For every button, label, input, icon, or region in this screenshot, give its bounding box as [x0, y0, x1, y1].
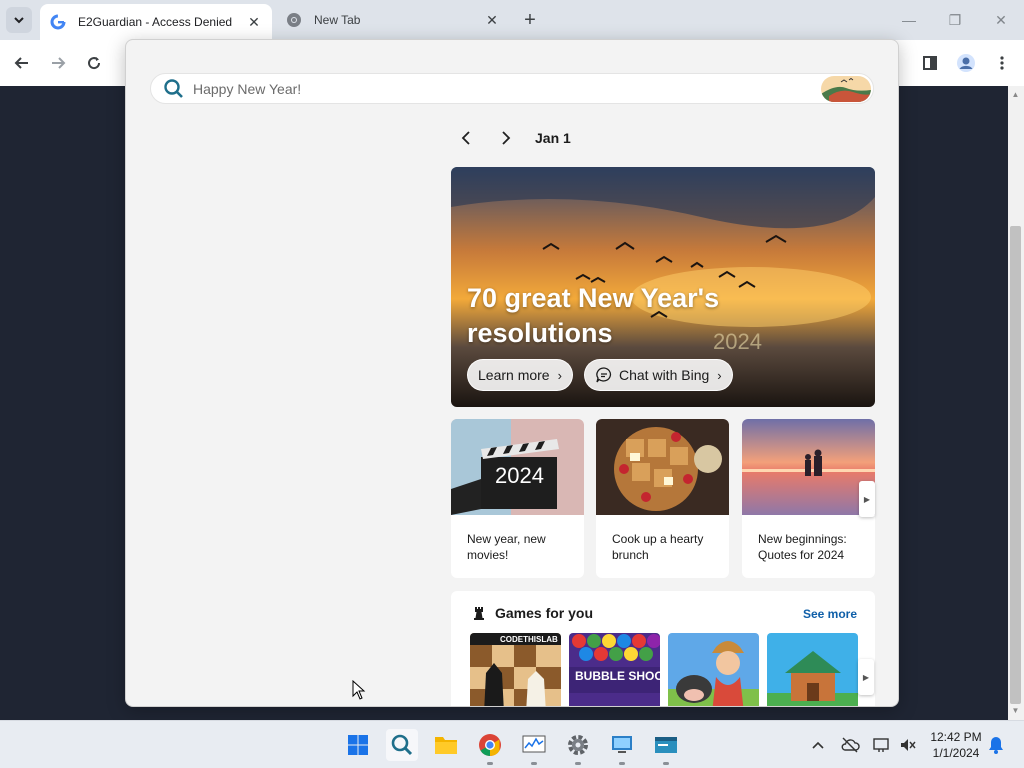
card-caption: Cook up a hearty brunch [612, 532, 704, 562]
close-tab-icon[interactable]: ✕ [484, 12, 500, 28]
clapperboard-image: 2024 [451, 419, 584, 515]
running-indicator [663, 762, 669, 765]
scroll-up-icon[interactable]: ▲ [1010, 90, 1021, 100]
cards-scroll-right-icon[interactable]: ▶ [859, 481, 875, 517]
game-chess[interactable]: CODETHISLAB [470, 633, 561, 706]
chess-rook-icon [474, 607, 484, 620]
see-more-link[interactable]: See more [803, 607, 857, 621]
clock-time: 12:42 PM [930, 730, 982, 744]
minimize-icon[interactable]: — [897, 8, 921, 32]
chevron-right-icon: › [557, 367, 562, 383]
games-section: Games for you See more CODETHISLAB BUBBL… [451, 591, 875, 706]
chrome-taskbar-icon[interactable] [474, 729, 506, 765]
remote-desktop-icon[interactable] [606, 729, 638, 765]
side-panel-icon[interactable] [918, 51, 942, 75]
tab-strip: E2Guardian - Access Denied ✕ New Tab ✕ +… [0, 0, 1024, 40]
game-bubble-shooter[interactable]: BUBBLE SHOOTER HD [569, 633, 660, 706]
clock[interactable]: 12:42 PM 1/1/2024 [920, 729, 992, 761]
notification-bell-icon[interactable] [986, 735, 1006, 755]
show-hidden-icons-chevron-icon[interactable] [808, 735, 828, 755]
learn-more-button[interactable]: Learn more › [467, 359, 573, 391]
taskbar: 12:42 PM 1/1/2024 [0, 720, 1024, 768]
next-arrow-icon[interactable] [491, 125, 521, 151]
games-title: Games for you [495, 605, 594, 621]
running-indicator [531, 762, 537, 765]
chevron-right-icon: › [717, 367, 722, 383]
hero-card[interactable]: 2024 70 great New Year's resolutions Lea… [451, 167, 875, 407]
tab-search-button[interactable] [6, 7, 32, 33]
game-house[interactable]: house [767, 633, 858, 706]
reload-icon[interactable] [82, 51, 106, 75]
search-icon [164, 78, 183, 98]
profile-icon[interactable] [954, 51, 978, 75]
clock-date: 1/1/2024 [932, 746, 980, 760]
file-explorer-icon[interactable] [430, 729, 462, 761]
hero-title[interactable]: 70 great New Year's resolutions [467, 281, 767, 351]
chevron-down-icon [14, 17, 24, 24]
network-icon[interactable] [872, 735, 892, 755]
settings-gear-icon[interactable] [562, 729, 594, 765]
search-flyout: Jan 1 2024 70 g [125, 39, 899, 707]
search-box[interactable] [150, 73, 874, 104]
running-indicator [619, 762, 625, 765]
cards-row: 2024 New year, new movies! Cook up a hea… [451, 419, 875, 579]
new-tab-button[interactable]: + [518, 8, 542, 32]
card-movies[interactable]: 2024 New year, new movies! [451, 419, 584, 578]
card-caption: New beginnings: Quotes for 2024 [758, 532, 847, 562]
chat-with-bing-button[interactable]: Chat with Bing › [584, 359, 733, 391]
learn-more-label: Learn more [478, 367, 550, 383]
chat-with-bing-label: Chat with Bing [619, 367, 710, 383]
terminal-icon[interactable] [650, 729, 682, 765]
mouse-cursor-icon [352, 680, 366, 700]
windows-start-icon[interactable] [342, 729, 374, 761]
date-label: Jan 1 [535, 130, 571, 146]
tab-title: New Tab [314, 13, 361, 27]
date-navigation: Jan 1 [451, 125, 571, 151]
card-caption: New year, new movies! [467, 532, 546, 562]
volume-muted-icon[interactable] [898, 735, 918, 755]
onedrive-offline-icon[interactable] [840, 735, 860, 755]
scroll-down-icon[interactable]: ▼ [1010, 706, 1021, 716]
back-icon[interactable] [10, 51, 34, 75]
card-brunch[interactable]: Cook up a hearty brunch [596, 419, 729, 578]
search-highlight-image[interactable] [821, 75, 871, 102]
scrollbar-thumb[interactable] [1010, 226, 1021, 704]
chat-bubble-icon [596, 367, 612, 383]
svg-text:2024: 2024 [495, 463, 544, 488]
search-input[interactable] [193, 80, 821, 97]
previous-arrow-icon[interactable] [451, 125, 481, 151]
game-bubble-label: BUBBLE SHOOTER HD [575, 669, 660, 683]
tab-e2guardian[interactable]: E2Guardian - Access Denied ✕ [40, 4, 272, 40]
forward-icon[interactable] [46, 51, 70, 75]
card-quotes[interactable]: New beginnings: Quotes for 2024 [742, 419, 875, 578]
running-indicator [487, 762, 493, 765]
close-tab-icon[interactable]: ✕ [246, 14, 262, 30]
chrome-icon [286, 12, 302, 28]
taskbar-search-icon[interactable] [386, 729, 418, 761]
games-scroll-right-icon[interactable]: ▶ [858, 659, 874, 695]
tab-title: E2Guardian - Access Denied [78, 15, 233, 29]
beach-sunset-image [742, 419, 875, 515]
close-window-icon[interactable]: ✕ [989, 8, 1013, 32]
tab-new-tab[interactable]: New Tab ✕ [276, 4, 510, 36]
system-monitor-icon[interactable] [518, 729, 550, 765]
google-g-icon [50, 14, 66, 30]
menu-dots-icon[interactable] [990, 51, 1014, 75]
games-header: Games for you [471, 605, 593, 621]
game-chess-label: CODETHISLAB [500, 635, 558, 644]
running-indicator [575, 762, 581, 765]
game-farm[interactable]: farm [668, 633, 759, 706]
restore-icon[interactable]: ❐ [943, 8, 967, 32]
waffles-image [596, 419, 729, 515]
